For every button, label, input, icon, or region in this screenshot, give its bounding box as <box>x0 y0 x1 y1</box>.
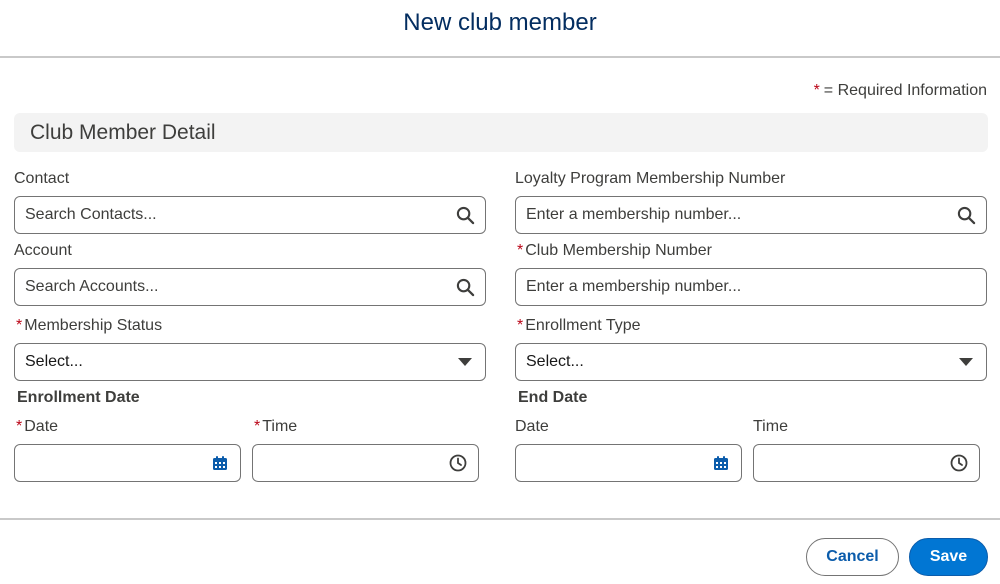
calendar-icon[interactable] <box>210 453 230 473</box>
loyalty-number-lookup[interactable] <box>515 196 987 234</box>
search-icon[interactable] <box>956 205 976 225</box>
caret-down-icon[interactable] <box>956 352 976 372</box>
caret-down-icon[interactable] <box>455 352 475 372</box>
required-star: * <box>813 82 820 99</box>
required-star: * <box>16 418 23 435</box>
club-number-input[interactable] <box>526 278 976 296</box>
required-star: * <box>16 317 23 334</box>
loyalty-number-label: Loyalty Program Membership Number <box>515 170 786 187</box>
club-number-field[interactable] <box>515 268 987 306</box>
membership-status-label: * Membership Status <box>16 317 163 334</box>
enrollment-type-select[interactable]: Select... <box>515 343 987 381</box>
membership-status-select[interactable]: Select... <box>14 343 486 381</box>
end-date-label: Date <box>515 418 549 435</box>
enrollment-date-input[interactable] <box>14 444 241 482</box>
required-star: * <box>517 242 524 259</box>
clock-icon[interactable] <box>949 453 969 473</box>
contact-input[interactable] <box>25 206 455 224</box>
contact-label: Contact <box>14 170 70 187</box>
required-star: * <box>254 418 261 435</box>
club-number-label: * Club Membership Number <box>517 242 712 259</box>
enrollment-type-label: * Enrollment Type <box>517 317 641 334</box>
end-date-input[interactable] <box>515 444 742 482</box>
enrollment-time-input[interactable] <box>252 444 479 482</box>
membership-status-value: Select... <box>25 353 83 370</box>
end-time-label: Time <box>753 418 788 435</box>
enrollment-type-value: Select... <box>526 353 584 370</box>
enrollment-time-label: * Time <box>254 418 298 435</box>
required-legend: * = Required Information <box>814 82 987 100</box>
modal-header: New club member <box>0 0 1000 58</box>
cancel-button[interactable]: Cancel <box>806 538 899 576</box>
calendar-icon[interactable] <box>711 453 731 473</box>
account-lookup[interactable] <box>14 268 486 306</box>
save-button[interactable]: Save <box>909 538 988 576</box>
clock-icon[interactable] <box>448 453 468 473</box>
enrollment-date-label: * Date <box>16 418 59 435</box>
modal-title: New club member <box>403 9 597 36</box>
section-title: Club Member Detail <box>30 120 216 144</box>
loyalty-number-input[interactable] <box>526 206 956 224</box>
enrollment-date-heading: Enrollment Date <box>17 389 140 406</box>
modal-footer: Cancel Save <box>0 518 1000 584</box>
section-header[interactable]: Club Member Detail <box>14 113 988 152</box>
required-star: * <box>517 317 524 334</box>
account-input[interactable] <box>25 278 455 296</box>
required-legend-text: = Required Information <box>823 82 987 99</box>
contact-lookup[interactable] <box>14 196 486 234</box>
account-label: Account <box>14 242 72 259</box>
end-date-heading: End Date <box>518 389 588 406</box>
end-time-input[interactable] <box>753 444 980 482</box>
search-icon[interactable] <box>455 277 475 297</box>
search-icon[interactable] <box>455 205 475 225</box>
